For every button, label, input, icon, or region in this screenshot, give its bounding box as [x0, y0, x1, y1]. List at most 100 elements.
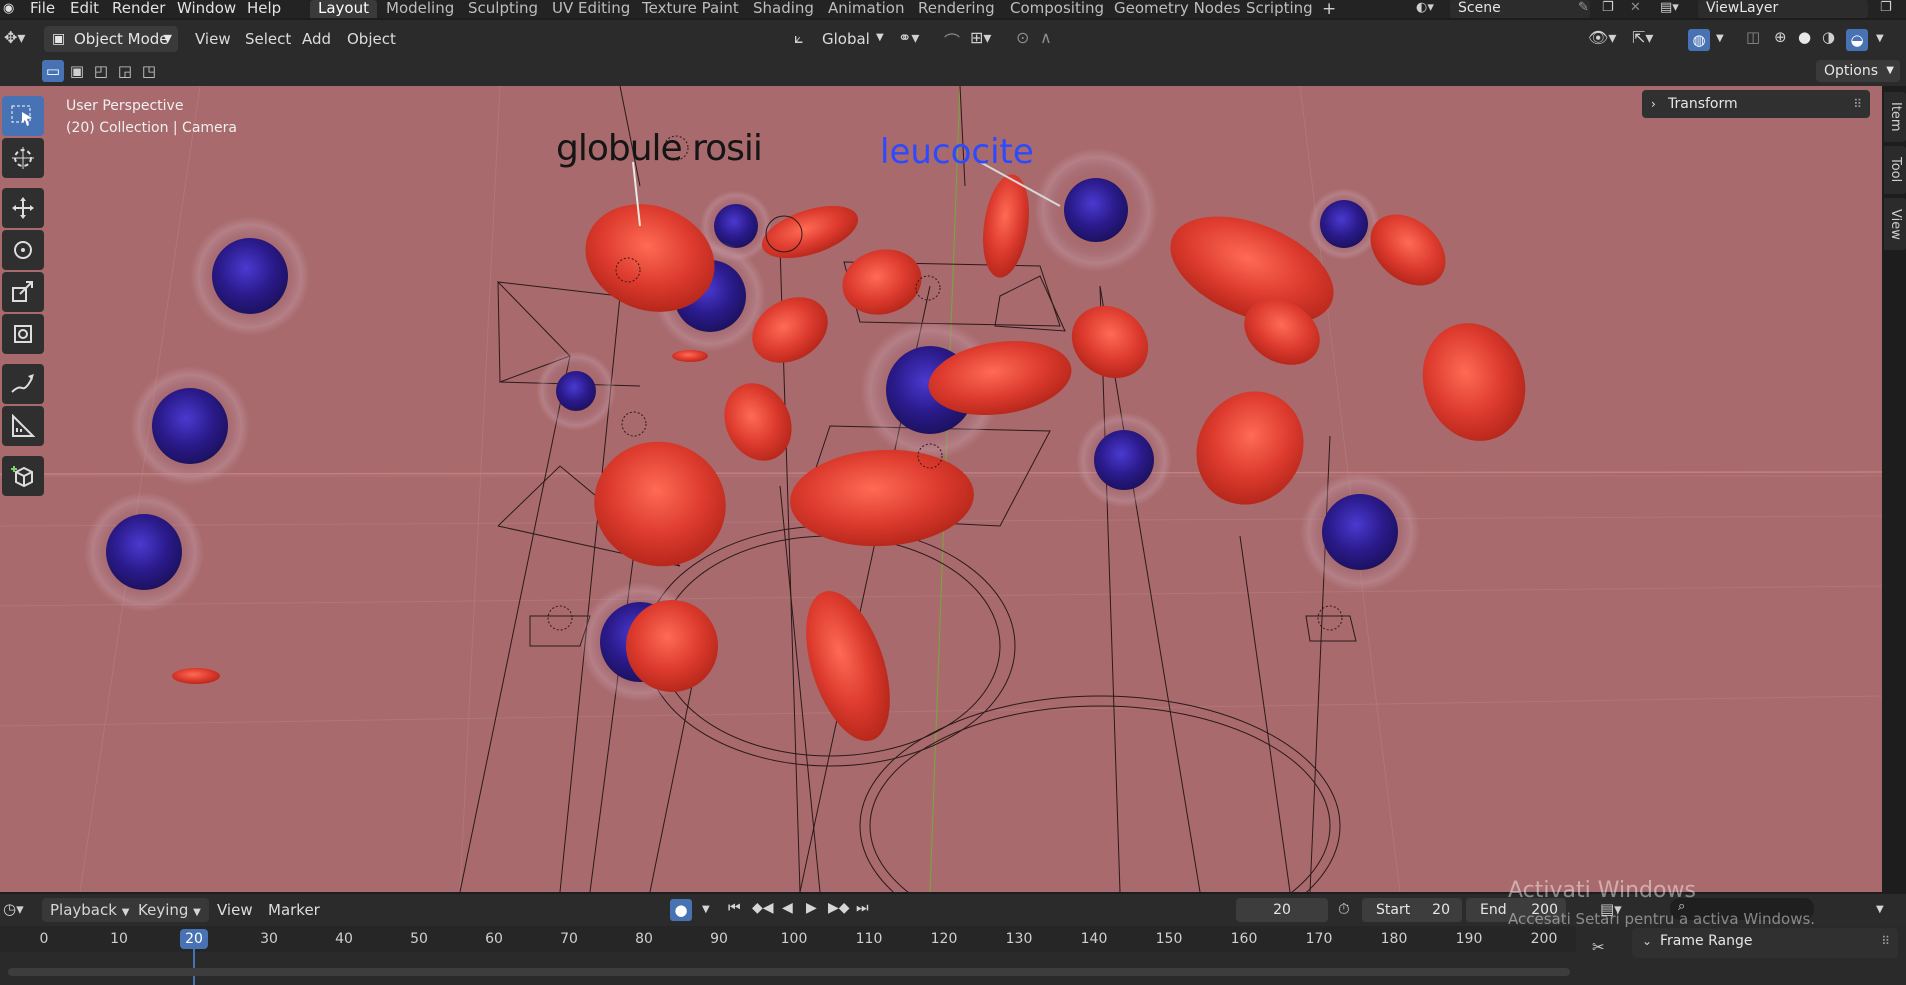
select-subtract-icon[interactable]: ◰: [90, 60, 112, 82]
tab-shading[interactable]: Shading: [745, 0, 822, 18]
falloff-icon[interactable]: ∧: [1040, 28, 1052, 47]
new-scene-icon[interactable]: ❐: [1602, 0, 1614, 15]
move-tool[interactable]: [2, 188, 44, 228]
delete-scene-icon[interactable]: ✕: [1630, 0, 1641, 15]
tab-modeling[interactable]: Modeling: [378, 0, 462, 18]
blender-logo-icon[interactable]: ◉: [3, 1, 14, 16]
sidebar-tab-item[interactable]: Item: [1884, 92, 1906, 142]
sidebar-tab-view[interactable]: View: [1884, 198, 1906, 250]
tab-geometry-nodes[interactable]: Geometry Nodes: [1106, 0, 1249, 18]
keying-label: Keying: [138, 901, 189, 919]
new-view-layer-icon[interactable]: ❐: [1880, 0, 1892, 15]
select-intersect-icon[interactable]: ◳: [138, 60, 160, 82]
tab-layout[interactable]: Layout: [310, 0, 377, 18]
wireframe-shading-icon[interactable]: ⊕: [1774, 28, 1787, 46]
menu-edit[interactable]: Edit: [70, 0, 99, 18]
pivot-point-icon[interactable]: ⚭▾: [898, 28, 919, 47]
timeline-body[interactable]: 0 10 20 30 40 50 60 70 80 90 100 110 120…: [0, 926, 1906, 985]
play-icon[interactable]: ▶: [806, 900, 817, 916]
menu-add[interactable]: Add: [302, 26, 331, 52]
mode-dropdown[interactable]: ▣ Object Mode ▼: [44, 26, 178, 52]
tab-texture-paint[interactable]: Texture Paint: [634, 0, 747, 18]
drag-handle-icon[interactable]: ⠿: [1853, 90, 1862, 118]
editor-type-icon[interactable]: ✥▾: [4, 28, 25, 47]
select-new-icon[interactable]: ▭: [42, 60, 64, 82]
chevron-down-icon[interactable]: ▼: [1876, 904, 1884, 915]
menu-select[interactable]: Select: [245, 26, 291, 52]
scale-tool[interactable]: [2, 272, 44, 312]
scene-name-field[interactable]: Scene: [1450, 0, 1590, 18]
auto-keying-icon[interactable]: ●: [670, 899, 692, 921]
snap-target-icon[interactable]: ⊞▾: [970, 28, 991, 47]
chevron-down-icon[interactable]: ▼: [1716, 33, 1724, 44]
gizmo-icon[interactable]: ⇱▾: [1632, 28, 1653, 47]
text-object-globule-rosii[interactable]: globule rosii: [556, 128, 763, 169]
transform-tool[interactable]: [2, 314, 44, 354]
drag-handle-icon[interactable]: ⠿: [1881, 934, 1890, 948]
material-shading-icon[interactable]: ◑: [1822, 28, 1835, 46]
text-object-leucocite[interactable]: leucocite: [880, 132, 1034, 172]
select-box-tool[interactable]: [2, 96, 44, 136]
menu-render[interactable]: Render: [112, 0, 165, 18]
ruler-tick: 200: [1530, 931, 1558, 947]
jump-start-icon[interactable]: ⏮: [728, 900, 741, 916]
menu-help[interactable]: Help: [247, 0, 281, 18]
frame-range-panel[interactable]: ⌄ Frame Range ⠿: [1632, 928, 1898, 958]
xray-icon[interactable]: ◫: [1746, 28, 1760, 46]
visibility-icon[interactable]: 👁▾: [1588, 28, 1616, 47]
keying-menu[interactable]: Keying ▼: [130, 898, 209, 922]
proportional-edit-icon[interactable]: ⊙: [1016, 28, 1029, 47]
options-dropdown[interactable]: Options ▼: [1816, 60, 1900, 82]
sidebar-tab-tool[interactable]: Tool: [1884, 146, 1906, 194]
overlays-icon[interactable]: ◍: [1688, 29, 1710, 51]
jump-keyframe-back-icon[interactable]: ◆◀: [752, 900, 774, 916]
tab-scripting[interactable]: Scripting: [1238, 0, 1321, 18]
scene-icon[interactable]: ◐▾: [1416, 0, 1434, 15]
transform-orientation-dropdown[interactable]: Global: [822, 26, 870, 52]
timeline-menu-marker[interactable]: Marker: [268, 901, 320, 919]
add-workspace-icon[interactable]: +: [1322, 0, 1336, 19]
transform-panel-header[interactable]: › Transform ⠿: [1642, 90, 1870, 118]
chevron-down-icon[interactable]: ▼: [1876, 33, 1884, 44]
rotate-tool[interactable]: [2, 230, 44, 270]
snap-icon[interactable]: ⌒: [944, 28, 960, 52]
jump-end-icon[interactable]: ⏭: [856, 900, 869, 916]
ruler-tick: 70: [560, 931, 578, 947]
view-layer-icon[interactable]: ▤▾: [1660, 0, 1679, 15]
stopwatch-icon[interactable]: ⏱: [1338, 900, 1350, 918]
tab-uv-editing[interactable]: UV Editing: [544, 0, 638, 18]
ruler-tick: 170: [1305, 931, 1333, 947]
3d-viewport[interactable]: User Perspective (20) Collection | Camer…: [0, 86, 1882, 892]
ruler-tick: 150: [1155, 931, 1183, 947]
timeline-scrollbar[interactable]: [8, 968, 1570, 976]
menu-file[interactable]: File: [30, 0, 55, 18]
chevron-down-icon: ▼: [1886, 65, 1894, 76]
rendered-shading-icon[interactable]: ◒: [1846, 29, 1868, 51]
start-frame-field[interactable]: Start 20: [1362, 898, 1462, 922]
timeline-editor-icon[interactable]: ◷▾: [3, 900, 24, 918]
timeline-menu-view[interactable]: View: [217, 901, 253, 919]
menu-object[interactable]: Object: [347, 26, 396, 52]
select-extend-icon[interactable]: ▣: [66, 60, 88, 82]
menu-view[interactable]: View: [195, 26, 231, 52]
current-frame-field[interactable]: 20: [1236, 898, 1328, 922]
playback-menu[interactable]: Playback ▼: [42, 898, 138, 922]
tab-compositing[interactable]: Compositing: [1002, 0, 1112, 18]
tab-sculpting[interactable]: Sculpting: [460, 0, 546, 18]
chevron-down-icon[interactable]: ▼: [702, 904, 710, 915]
tab-animation[interactable]: Animation: [820, 0, 912, 18]
annotate-tool[interactable]: [2, 364, 44, 404]
pin-icon[interactable]: ✎: [1578, 0, 1589, 15]
playhead-line[interactable]: [193, 948, 195, 985]
select-difference-icon[interactable]: ◲: [114, 60, 136, 82]
view-layer-field[interactable]: ViewLayer: [1698, 0, 1868, 18]
play-reverse-icon[interactable]: ◀: [782, 900, 793, 916]
cursor-tool[interactable]: [2, 138, 44, 178]
tab-rendering[interactable]: Rendering: [910, 0, 1003, 18]
solid-shading-icon[interactable]: ●: [1798, 28, 1811, 46]
add-cube-tool[interactable]: [2, 456, 44, 496]
tool-settings-icon[interactable]: ✂: [1592, 938, 1605, 956]
measure-tool[interactable]: [2, 406, 44, 446]
jump-keyframe-forward-icon[interactable]: ▶◆: [828, 900, 850, 916]
menu-window[interactable]: Window: [177, 0, 236, 18]
